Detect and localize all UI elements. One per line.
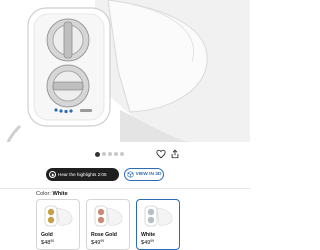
play-icon [49, 171, 56, 178]
variant-name: Gold [41, 232, 53, 238]
variant-thumbnail [39, 202, 77, 230]
variant-price: $4999 [91, 239, 105, 246]
carousel-dot[interactable] [120, 152, 124, 156]
variant-swatch-white[interactable]: White $4999 [136, 199, 180, 250]
variant-thumbnail [139, 202, 177, 230]
variant-price: $4890 [41, 239, 55, 246]
view-in-3d-label: VIEW IN 3D [135, 172, 162, 177]
variant-name: Rose Gold [91, 232, 117, 238]
wishlist-button[interactable] [154, 147, 168, 161]
variant-price: $4999 [141, 239, 155, 246]
hear-highlights-button[interactable]: Hear the highlights 2:05 [46, 168, 119, 181]
carousel-dot[interactable] [108, 152, 112, 156]
heart-icon [156, 149, 166, 159]
view-in-3d-button[interactable]: VIEW IN 3D [124, 168, 164, 181]
carousel-dot[interactable] [114, 152, 118, 156]
share-icon [171, 149, 179, 159]
variant-swatch-gold[interactable]: Gold $4890 [36, 199, 80, 250]
section-divider [0, 188, 250, 189]
color-selector-label: Color: White [36, 191, 68, 197]
color-value: White [52, 191, 68, 197]
hear-highlights-label: Hear the highlights 2:05 [58, 172, 107, 177]
image-carousel-indicator[interactable] [0, 151, 250, 158]
carousel-dot[interactable] [95, 151, 100, 157]
carousel-dot[interactable] [102, 152, 106, 156]
share-button[interactable] [168, 147, 182, 161]
variant-name: White [141, 232, 156, 238]
variant-thumbnail [89, 202, 127, 230]
color-label: Color: [36, 191, 51, 197]
product-image[interactable] [0, 0, 250, 142]
variant-swatch-rose-gold[interactable]: Rose Gold $4999 [86, 199, 130, 250]
cube-icon [127, 171, 133, 178]
